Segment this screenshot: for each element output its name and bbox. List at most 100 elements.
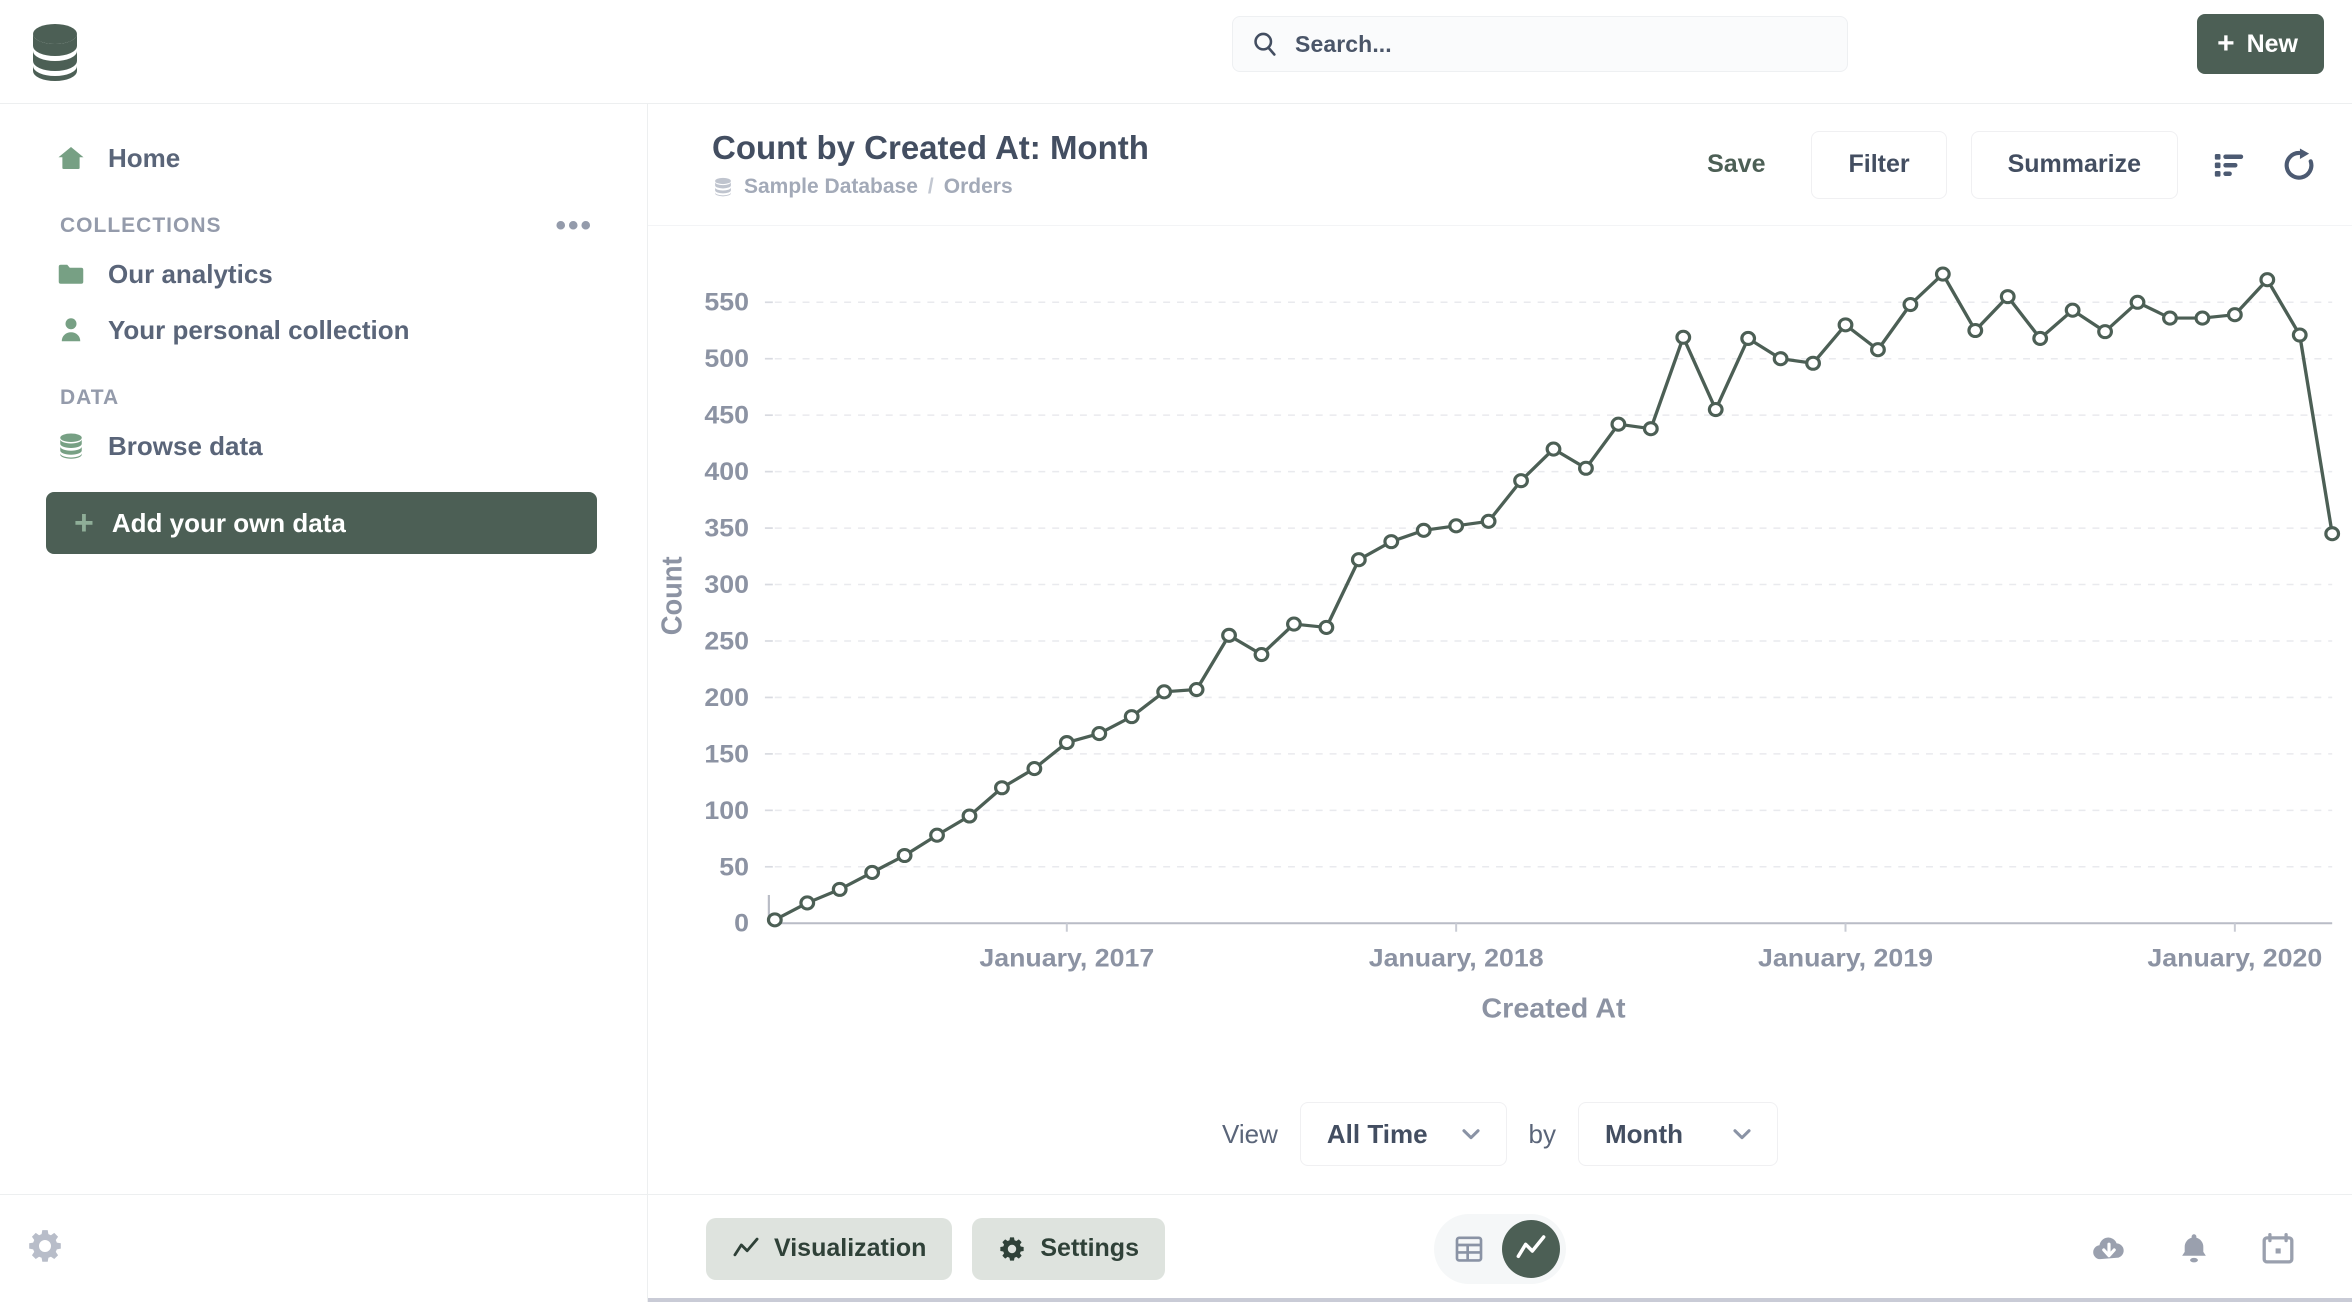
chart-data-point[interactable] [1383, 534, 1400, 550]
chart-data-point[interactable] [1253, 646, 1270, 663]
sidebar-item-our-analytics[interactable]: Our analytics [0, 246, 647, 302]
sidebar-section-data-label: DATA [60, 386, 120, 409]
chart-data-point[interactable] [2194, 310, 2211, 326]
time-unit-select[interactable]: Month [1578, 1102, 1779, 1166]
chart-data-point[interactable] [2259, 272, 2276, 288]
sidebar-nav: Home COLLECTIONS ••• Our analytics Your … [0, 104, 647, 1194]
chart-data-point[interactable] [1091, 726, 1108, 742]
metabase-app: Search... + New Home COLLECTIONS ••• Our… [0, 0, 2352, 1302]
sidebar-item-our-analytics-label: Our analytics [108, 258, 273, 289]
chart-data-point[interactable] [1870, 342, 1886, 358]
chart-data-point[interactable] [1610, 416, 1627, 432]
chart-data-point[interactable] [1642, 421, 1659, 437]
chart-data-point[interactable] [896, 847, 913, 864]
chart-data-point[interactable] [1221, 627, 1237, 643]
y-axis-tick-label: 550 [704, 287, 749, 316]
search-box[interactable]: Search... [1232, 16, 1848, 72]
add-your-own-data-button[interactable]: + Add your own data [46, 492, 597, 554]
global-search[interactable]: Search... [1232, 16, 1848, 72]
summarize-button[interactable]: Summarize [1970, 130, 2178, 199]
settings-button[interactable]: Settings [972, 1217, 1165, 1280]
chart-data-point[interactable] [1934, 266, 1951, 282]
time-range-select[interactable]: All Time [1299, 1102, 1507, 1166]
bell-icon[interactable] [2176, 1231, 2212, 1267]
x-axis-tick-label: January, 2018 [1369, 943, 1544, 972]
chart-data-point[interactable] [1286, 616, 1302, 632]
chart-data-point[interactable] [929, 827, 945, 843]
refresh-icon[interactable] [2280, 146, 2318, 184]
top-navbar: Search... + New [0, 0, 2352, 104]
list-columns-icon[interactable] [2212, 148, 2246, 182]
line-chart[interactable]: 0 50 100 150 200 250 300 350 400 450 500 550 January… [648, 226, 2352, 1074]
home-icon [54, 143, 88, 173]
download-icon[interactable] [2090, 1230, 2128, 1268]
chart-data-point[interactable] [864, 864, 881, 880]
sidebar: Home COLLECTIONS ••• Our analytics Your … [0, 104, 648, 1302]
toggle-chart-view[interactable] [1502, 1219, 1560, 1278]
chart-data-point[interactable] [1675, 329, 1692, 345]
chart-data-point[interactable] [1318, 619, 1335, 635]
chart-data-point[interactable] [1805, 355, 1821, 371]
new-button-label: New [2246, 29, 2298, 58]
chart-data-point[interactable] [1480, 513, 1497, 529]
save-button[interactable]: Save [1685, 150, 1787, 179]
chart-data-point[interactable] [1188, 681, 1205, 698]
toggle-table-view[interactable] [1440, 1220, 1498, 1278]
viz-type-toggle [1434, 1213, 1566, 1284]
sidebar-item-browse-data[interactable]: Browse data [0, 418, 647, 474]
chart-data-point[interactable] [1999, 289, 2016, 305]
sidebar-item-home[interactable]: Home [0, 130, 647, 186]
visualization-label: Visualization [774, 1234, 927, 1262]
y-axis-tick-label: 450 [704, 400, 749, 429]
chart-data-point[interactable] [1967, 322, 1984, 339]
chart-data-point[interactable] [1772, 351, 1789, 367]
chart-data-point[interactable] [1026, 761, 1043, 777]
chart-data-point[interactable] [1740, 330, 1757, 346]
ellipsis-icon[interactable]: ••• [555, 211, 617, 241]
chart-data-point[interactable] [2032, 330, 2049, 346]
chart-container[interactable]: 0 50 100 150 200 250 300 350 400 450 500 550 January… [648, 226, 2352, 1074]
chart-data-point[interactable] [766, 912, 783, 928]
question-actions: Save Filter Summarize [1685, 130, 2318, 199]
chart-data-point[interactable] [2097, 324, 2113, 340]
chart-data-point[interactable] [2324, 526, 2341, 542]
chart-data-point[interactable] [1707, 401, 1724, 418]
chart-data-point[interactable] [1156, 684, 1173, 700]
chart-data-point[interactable] [799, 895, 816, 911]
chart-data-point[interactable] [2162, 310, 2178, 326]
chart-data-point[interactable] [1058, 735, 1075, 751]
breadcrumb-database[interactable]: Sample Database [744, 175, 918, 199]
chart-data-point[interactable] [1448, 518, 1465, 534]
chart-data-point[interactable] [831, 881, 848, 897]
sidebar-item-personal-collection[interactable]: Your personal collection [0, 302, 647, 358]
chart-data-point[interactable] [1545, 441, 1562, 457]
plus-icon: + [2217, 27, 2235, 60]
chart-data-point[interactable] [1837, 317, 1854, 333]
chart-data-point[interactable] [2226, 307, 2243, 323]
gear-icon[interactable] [26, 1227, 64, 1270]
breadcrumb-table[interactable]: Orders [944, 175, 1013, 199]
chart-data-point[interactable] [1415, 522, 1432, 538]
calendar-icon[interactable] [2260, 1231, 2296, 1267]
chart-data-point[interactable] [2129, 294, 2146, 310]
chart-data-point[interactable] [2291, 327, 2308, 343]
page-title[interactable]: Count by Created At: Month [712, 130, 1685, 167]
chart-data-point[interactable] [1123, 709, 1140, 725]
chart-data-point[interactable] [1578, 460, 1594, 476]
filter-button[interactable]: Filter [1811, 130, 1947, 199]
chart-data-point[interactable] [994, 780, 1010, 796]
database-icon [54, 431, 88, 461]
footer-right-icons [2090, 1230, 2318, 1268]
visualization-button[interactable]: Visualization [706, 1217, 953, 1280]
chart-data-point[interactable] [1350, 552, 1367, 568]
x-axis-title: Created At [1481, 993, 1625, 1023]
chart-data-point[interactable] [1513, 473, 1529, 489]
chart-data-point[interactable] [961, 808, 978, 824]
y-axis-tick-label: 500 [704, 344, 749, 373]
app-logo[interactable] [0, 22, 100, 82]
chart-data-point[interactable] [1902, 296, 1919, 313]
search-input[interactable]: Search... [1295, 31, 1392, 58]
chart-data-point[interactable] [2064, 302, 2081, 318]
new-button[interactable]: + New [2197, 14, 2324, 74]
breadcrumb-separator: / [927, 174, 934, 198]
